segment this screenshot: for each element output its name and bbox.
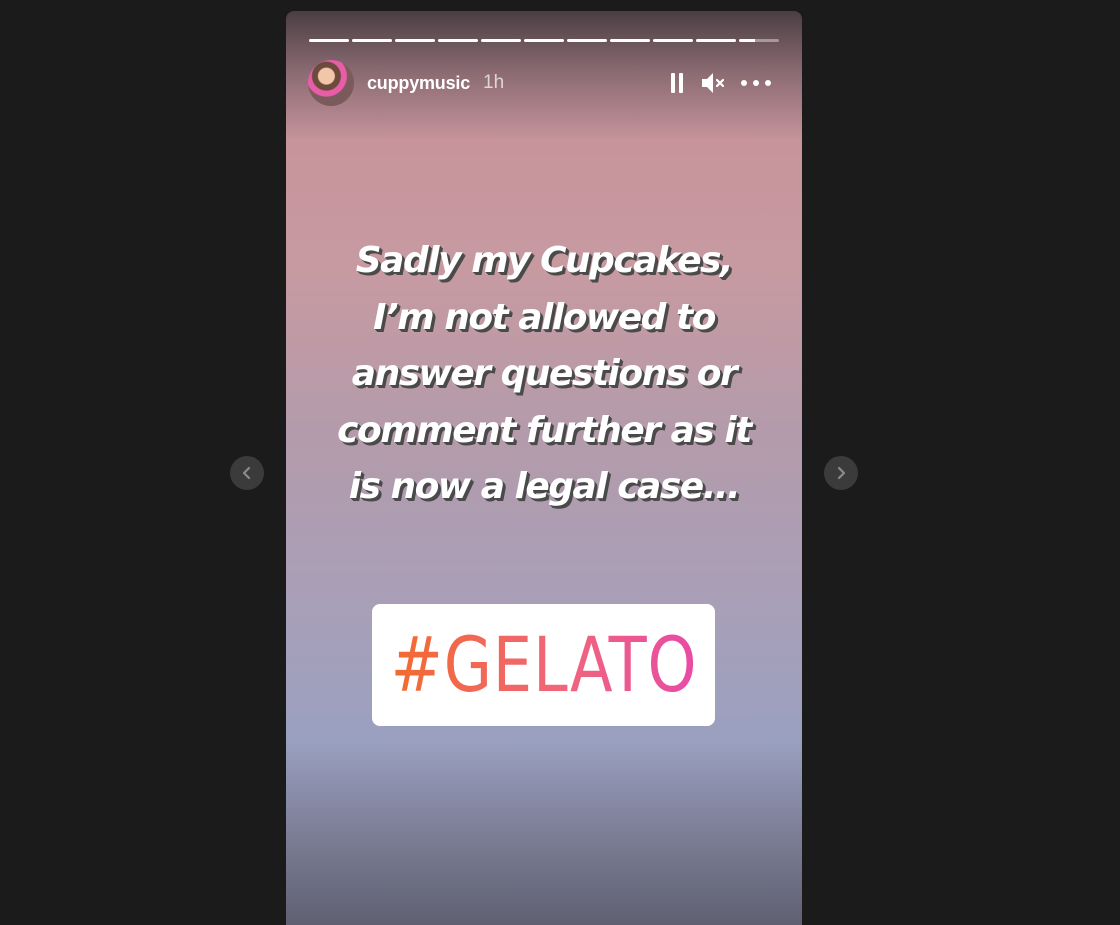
caption-line: I’m not allowed to	[373, 296, 716, 338]
story-progress-bar	[309, 39, 779, 42]
caption-line: Sadly my Cupcakes,	[355, 240, 734, 281]
progress-segment	[438, 39, 478, 42]
muted-speaker-icon	[702, 73, 725, 93]
caption-line: is now a legal case...	[348, 466, 741, 507]
story-header: cuppymusic 1h	[308, 59, 778, 107]
progress-segment	[352, 39, 392, 42]
story-card[interactable]: cuppymusic 1h Sadly my Cupcakes, I’m not…	[286, 11, 802, 925]
progress-segment	[395, 39, 435, 42]
progress-segment	[610, 39, 650, 42]
progress-segment	[567, 39, 607, 42]
more-options-icon	[741, 80, 771, 86]
progress-segment-active	[739, 39, 779, 42]
avatar[interactable]	[308, 60, 354, 106]
mute-button[interactable]	[700, 71, 726, 95]
chevron-right-icon	[837, 466, 846, 480]
progress-segment	[653, 39, 693, 42]
chevron-left-icon	[242, 466, 251, 480]
caption-line: answer questions or	[351, 353, 738, 394]
hashtag-text: #GELATO	[390, 620, 697, 709]
post-time: 1h	[483, 72, 505, 93]
story-viewer: cuppymusic 1h Sadly my Cupcakes, I’m not…	[0, 0, 1120, 925]
pause-button[interactable]	[668, 72, 686, 94]
username[interactable]: cuppymusic	[367, 73, 470, 94]
story-caption: Sadly my Cupcakes, I’m not allowed to an…	[286, 233, 802, 516]
more-options-button[interactable]	[740, 79, 772, 87]
story-controls	[668, 71, 772, 95]
progress-segment	[481, 39, 521, 42]
previous-story-button[interactable]	[230, 456, 264, 490]
next-story-button[interactable]	[824, 456, 858, 490]
hashtag-sticker[interactable]: #GELATO	[372, 604, 715, 726]
progress-segment	[524, 39, 564, 42]
progress-segment	[309, 39, 349, 42]
pause-icon	[671, 73, 683, 93]
progress-segment	[696, 39, 736, 42]
caption-line: comment further as it	[337, 409, 752, 451]
